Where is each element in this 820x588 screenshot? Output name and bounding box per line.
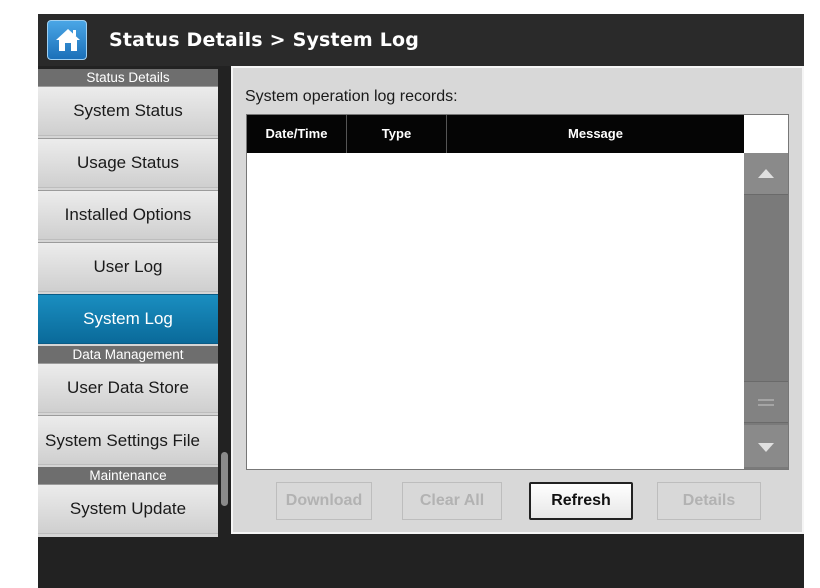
screen: Status Details > System Log Status Detai…: [38, 14, 804, 588]
section-header-maintenance: Maintenance: [38, 467, 218, 484]
scroll-thumb[interactable]: [744, 381, 788, 423]
triangle-up-icon: [758, 169, 774, 178]
sidebar-item-installed-options[interactable]: Installed Options: [38, 190, 218, 240]
table-scrollbar[interactable]: [744, 153, 788, 469]
app-frame: Status Details > System Log Status Detai…: [0, 0, 820, 588]
clear-all-button[interactable]: Clear All: [402, 482, 502, 520]
download-button[interactable]: Download: [276, 482, 372, 520]
bottom-bar: [38, 538, 804, 588]
sidebar-item-user-data-store[interactable]: User Data Store: [38, 363, 218, 413]
home-button[interactable]: [47, 20, 87, 60]
grip-icon: [758, 399, 774, 401]
table-header: Date/Time Type Message: [247, 115, 744, 153]
refresh-button[interactable]: Refresh: [529, 482, 633, 520]
column-header-message[interactable]: Message: [447, 115, 744, 153]
column-header-date-time[interactable]: Date/Time: [247, 115, 347, 153]
details-button[interactable]: Details: [657, 482, 761, 520]
scroll-down-button[interactable]: [744, 425, 788, 467]
page-title: Status Details > System Log: [109, 29, 420, 51]
home-icon: [56, 29, 80, 51]
sidebar-item-system-update[interactable]: System Update: [38, 484, 218, 534]
sidebar-item-usage-status[interactable]: Usage Status: [38, 138, 218, 188]
records-label: System operation log records:: [245, 88, 458, 105]
sidebar-nav: Status Details System Status Usage Statu…: [38, 69, 218, 537]
sidebar-item-system-settings-file[interactable]: System Settings File: [38, 415, 218, 465]
sidebar-item-system-log[interactable]: System Log: [38, 294, 218, 344]
header-bar: Status Details > System Log: [38, 14, 804, 66]
sidebar-scrollbar[interactable]: [221, 452, 228, 506]
sidebar-item-user-log[interactable]: User Log: [38, 242, 218, 292]
triangle-down-icon: [758, 443, 774, 452]
sidebar-item-system-status[interactable]: System Status: [38, 86, 218, 136]
section-header-status-details: Status Details: [38, 69, 218, 86]
log-table: Date/Time Type Message: [246, 114, 789, 470]
content-panel: System operation log records: Date/Time …: [231, 66, 804, 534]
section-header-data-management: Data Management: [38, 346, 218, 363]
scroll-up-button[interactable]: [744, 153, 788, 195]
column-header-type[interactable]: Type: [347, 115, 447, 153]
